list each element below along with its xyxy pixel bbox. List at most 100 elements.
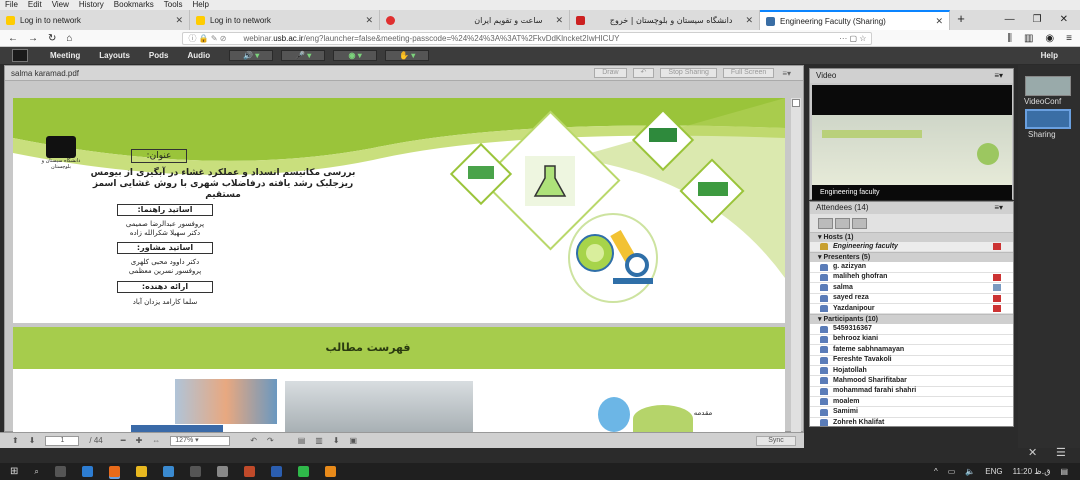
browser-tab-active[interactable]: Engineering Faculty (Sharing) ✕ <box>760 10 950 30</box>
whatsapp-icon[interactable] <box>297 466 309 477</box>
pod-options-icon[interactable]: ≡▾ <box>994 69 1003 83</box>
close-icon[interactable]: ✕ <box>365 15 373 26</box>
attendee-row[interactable]: Zohreh Khalifat <box>810 417 1013 426</box>
zoom-in-icon[interactable]: ✚ <box>136 436 143 445</box>
browser-tab[interactable]: Log in to network ✕ <box>190 10 380 30</box>
attendee-row[interactable]: 5459316367 <box>810 324 1013 335</box>
breakout-icon[interactable] <box>835 217 850 229</box>
menu-bookmarks[interactable]: Bookmarks <box>114 0 154 10</box>
tray-chevron-icon[interactable]: ^ <box>934 467 938 476</box>
app-icon[interactable] <box>216 466 228 477</box>
pod-options-icon[interactable]: ≡▾ <box>994 202 1003 214</box>
page-up-icon[interactable]: ⬆ <box>12 436 19 445</box>
close-icon[interactable]: ✕ <box>935 16 943 27</box>
firefox-icon[interactable] <box>108 466 120 477</box>
vlc-icon[interactable] <box>324 466 336 477</box>
menu-edit[interactable]: Edit <box>28 0 42 10</box>
pdf-scrollbar[interactable] <box>791 98 801 432</box>
attendee-row[interactable]: salma <box>810 283 1013 294</box>
attendee-row[interactable]: fateme sabhnamayan <box>810 345 1013 356</box>
attendee-row[interactable]: Hojatollah <box>810 365 1013 377</box>
browser-tab[interactable]: دانشگاه سیستان و بلوچستان | خروج ✕ <box>570 10 760 30</box>
speaker-icon[interactable]: 🔊 ▾ <box>229 50 274 61</box>
attendee-row[interactable]: moalem <box>810 397 1013 408</box>
address-bar[interactable]: ⓘ 🔒 ✎ ⊘ webinar.usb.ac.ir/eng?launcher=f… <box>182 31 873 45</box>
forward-icon[interactable]: → <box>28 33 38 44</box>
home-icon[interactable]: ⌂ <box>66 33 72 44</box>
download-icon[interactable]: ⬇ <box>333 436 340 445</box>
attendee-row[interactable]: Yazdanipour <box>810 303 1013 315</box>
attendee-row[interactable]: g. azizyan <box>810 262 1013 273</box>
list-view-icon[interactable] <box>818 217 833 229</box>
menu-layouts[interactable]: Layouts <box>99 51 130 60</box>
hamburger-menu-icon[interactable]: ≡ <box>1066 33 1072 44</box>
rotate-right-icon[interactable]: ↷ <box>267 436 274 445</box>
attendee-row[interactable]: Engineering faculty <box>810 242 1013 253</box>
bookmark-star-icon[interactable]: ··· ▢ ☆ <box>835 32 867 44</box>
browser-tab[interactable]: ساعت و تقویم ایران ✕ <box>380 10 570 30</box>
draw-button[interactable]: Draw <box>594 68 627 78</box>
browser-tab[interactable]: Log in to network ✕ <box>0 10 190 30</box>
task-view-icon[interactable] <box>54 466 66 477</box>
webcam-icon[interactable]: ◉ ▾ <box>333 50 378 61</box>
layout-menu-icon[interactable]: ☰ <box>1056 446 1066 459</box>
network-icon[interactable]: ▭ <box>948 467 956 476</box>
participants-group-header[interactable]: ▾ Participants (10) <box>810 314 1013 325</box>
menu-tools[interactable]: Tools <box>164 0 183 10</box>
menu-file[interactable]: File <box>5 0 18 10</box>
attendee-row[interactable]: sayed reza <box>810 293 1013 304</box>
menu-audio[interactable]: Audio <box>187 51 210 60</box>
search-icon[interactable]: ⌕ <box>34 467 38 477</box>
file-explorer-icon[interactable] <box>135 466 147 477</box>
attendee-row[interactable]: mohammad farahi shahri <box>810 386 1013 398</box>
fit-width-icon[interactable]: ⇔ <box>152 436 160 445</box>
attendee-row[interactable]: behrooz kiani <box>810 334 1013 346</box>
language-indicator[interactable]: ENG <box>985 467 1002 476</box>
page-number-input[interactable]: 1 <box>45 435 80 446</box>
account-icon[interactable]: ◉ <box>1045 33 1054 44</box>
help-menu[interactable]: Help <box>1041 51 1058 60</box>
attendee-row[interactable]: Fereshte Tavakoli <box>810 355 1013 366</box>
back-icon[interactable]: ← <box>8 33 18 44</box>
menu-view[interactable]: View <box>52 0 69 10</box>
close-window-icon[interactable]: ✕ <box>1060 10 1068 30</box>
attendee-row[interactable]: Mahmood Sharifitabar <box>810 376 1013 387</box>
attendee-row[interactable]: Samimi <box>810 407 1013 418</box>
menu-history[interactable]: History <box>79 0 104 10</box>
collapse-icon[interactable]: ✕ <box>1028 446 1037 459</box>
new-tab-button[interactable]: + <box>950 10 972 30</box>
presenters-group-header[interactable]: ▾ Presenters (5) <box>810 252 1013 263</box>
word-icon[interactable] <box>270 466 282 477</box>
zoom-select[interactable]: 127% ▾ <box>170 435 231 446</box>
sidebar-icon[interactable]: ▥ <box>1024 33 1033 44</box>
store-icon[interactable] <box>162 466 174 477</box>
clock[interactable]: 11:20 ق.ظ <box>1013 467 1051 476</box>
raise-hand-icon[interactable]: ✋ ▾ <box>385 50 430 61</box>
sync-button[interactable]: Sync <box>756 435 796 446</box>
scroll-up-icon[interactable] <box>792 99 800 107</box>
notifications-icon[interactable]: ▤ <box>1060 467 1068 476</box>
maximize-icon[interactable]: ❐ <box>1033 10 1042 30</box>
volume-icon[interactable]: 🔈 <box>965 467 975 476</box>
zoom-out-icon[interactable]: ━ <box>121 436 126 445</box>
close-icon[interactable]: ✕ <box>745 15 753 26</box>
menu-meeting[interactable]: Meeting <box>50 51 80 60</box>
page-down-icon[interactable]: ⬇ <box>29 436 36 445</box>
acrobat-icon[interactable] <box>243 466 255 477</box>
menu-help[interactable]: Help <box>192 0 208 10</box>
attendee-row[interactable]: maliheh ghofran <box>810 272 1013 284</box>
undo-button[interactable]: ↶ <box>632 68 655 78</box>
layout-thumbnail-videoconf[interactable] <box>1025 76 1071 96</box>
reload-icon[interactable]: ↻ <box>48 33 56 44</box>
full-screen-button[interactable]: Full Screen <box>722 68 775 78</box>
status-view-icon[interactable] <box>852 217 867 229</box>
microphone-icon[interactable]: 🎤 ▾ <box>281 50 326 61</box>
site-info-icon[interactable]: ⓘ 🔒 ✎ ⊘ <box>188 33 226 44</box>
close-icon[interactable]: ✕ <box>175 15 183 26</box>
windows-start-icon[interactable]: ⊞ <box>10 466 18 477</box>
hosts-group-header[interactable]: ▾ Hosts (1) <box>810 232 1013 242</box>
presentation-icon[interactable]: ▣ <box>350 436 358 445</box>
layout-thumbnail-sharing[interactable] <box>1025 109 1071 129</box>
edge-icon[interactable] <box>81 466 93 477</box>
stop-sharing-button[interactable]: Stop Sharing <box>660 68 717 78</box>
